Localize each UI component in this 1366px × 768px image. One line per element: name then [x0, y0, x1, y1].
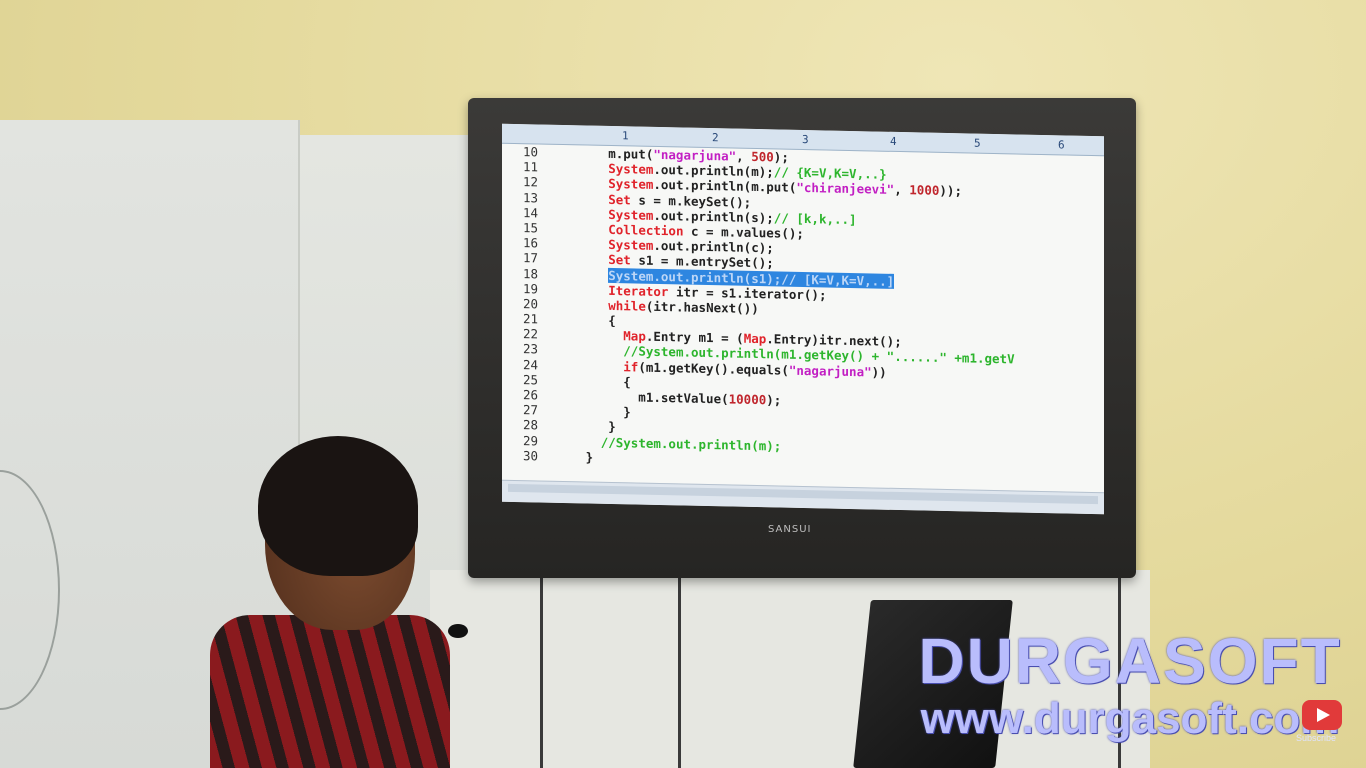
code-token: );: [773, 149, 789, 165]
line-number: 23: [522, 341, 538, 357]
code-token: if: [623, 358, 639, 375]
line-number: 19: [522, 280, 538, 297]
line-number: 30: [522, 447, 538, 464]
code-token: System: [608, 176, 654, 193]
line-number: 15: [522, 220, 538, 236]
code-token: }: [548, 418, 616, 435]
code-token: ));: [939, 183, 962, 199]
ruler-mark: 4: [890, 134, 897, 148]
presenter-shirt: [210, 615, 450, 768]
code-token: (itr.hasNext()): [645, 298, 759, 316]
code-token: "nagarjuna": [653, 146, 737, 164]
code-token: 10000: [728, 391, 767, 408]
presenter-hair: [258, 436, 418, 576]
code-token: Set: [608, 252, 631, 268]
code-token: System: [608, 206, 654, 223]
presenter: [210, 436, 470, 768]
line-number: 10: [522, 144, 538, 160]
line-number: 21: [522, 311, 538, 327]
watermark-title: DURGASOFT: [918, 625, 1342, 697]
code-token: }: [548, 402, 631, 420]
code-token: 500: [751, 148, 774, 165]
durgasoft-watermark: DURGASOFT www.durgasoft.com: [900, 628, 1360, 744]
line-number: 14: [522, 204, 538, 221]
tv-screen: 1 2 3 4 5 6 10 m.put("nagarjuna", 500); 1…: [502, 123, 1104, 515]
line-number: 16: [522, 235, 538, 251]
line-number: 11: [522, 159, 538, 175]
code-token: ,: [736, 148, 752, 164]
line-number: 25: [522, 371, 538, 388]
code-token: Set: [608, 191, 631, 207]
editor-status-bar: [502, 479, 1104, 515]
ruler-mark: 5: [974, 136, 981, 150]
tv-cable-left: [540, 575, 543, 768]
code-token: "chiranjeevi": [796, 180, 895, 198]
line-number: 27: [522, 402, 538, 418]
watermark-url: www.durgasoft.com: [920, 694, 1340, 743]
code-token: Map: [623, 328, 646, 344]
whiteboard-drawing: [0, 470, 60, 710]
code-token: // [k,k,..]: [773, 210, 857, 227]
code-token: )): [871, 364, 887, 380]
code-token: {: [548, 311, 616, 329]
code-token: );: [766, 392, 782, 408]
line-number: 28: [522, 417, 538, 433]
code-token: {: [548, 372, 631, 390]
line-number: 12: [522, 174, 538, 190]
line-number: 26: [522, 387, 538, 403]
line-number: 29: [522, 432, 538, 449]
ruler-mark: 1: [622, 129, 629, 143]
code-token: }: [548, 448, 594, 465]
code-token: System: [608, 161, 654, 178]
code-token: .Entry m1 = (: [645, 328, 744, 347]
line-number: 24: [522, 356, 538, 373]
youtube-play-icon[interactable]: [1302, 700, 1342, 730]
line-number: 17: [522, 250, 538, 266]
code-token: "nagarjuna": [788, 362, 872, 380]
code-token: Collection: [608, 221, 684, 239]
television: 1 2 3 4 5 6 10 m.put("nagarjuna", 500); 1…: [468, 98, 1136, 578]
code-token: System: [608, 237, 654, 253]
ruler-mark: 3: [802, 132, 809, 147]
ruler-mark: 2: [712, 131, 719, 145]
code-token: while: [608, 297, 646, 314]
code-token: Iterator: [608, 282, 669, 299]
line-number: 22: [522, 326, 538, 342]
code-editor[interactable]: 10 m.put("nagarjuna", 500); 11 System.out…: [502, 144, 1104, 476]
code-token: (m1.getKey().equals(: [638, 359, 789, 378]
line-number: 13: [522, 189, 538, 206]
tv-cable-center: [678, 575, 681, 768]
line-number: 18: [522, 265, 538, 281]
line-number: 20: [522, 296, 538, 312]
code-token: Map: [743, 331, 767, 347]
ruler-mark: 6: [1058, 138, 1065, 152]
subscribe-label[interactable]: Subscribe: [1296, 733, 1336, 743]
tv-brand-logo: SANSUI: [768, 524, 812, 535]
code-token: ,: [894, 182, 910, 198]
headset-microphone: [448, 624, 468, 638]
code-token: 1000: [909, 182, 940, 199]
